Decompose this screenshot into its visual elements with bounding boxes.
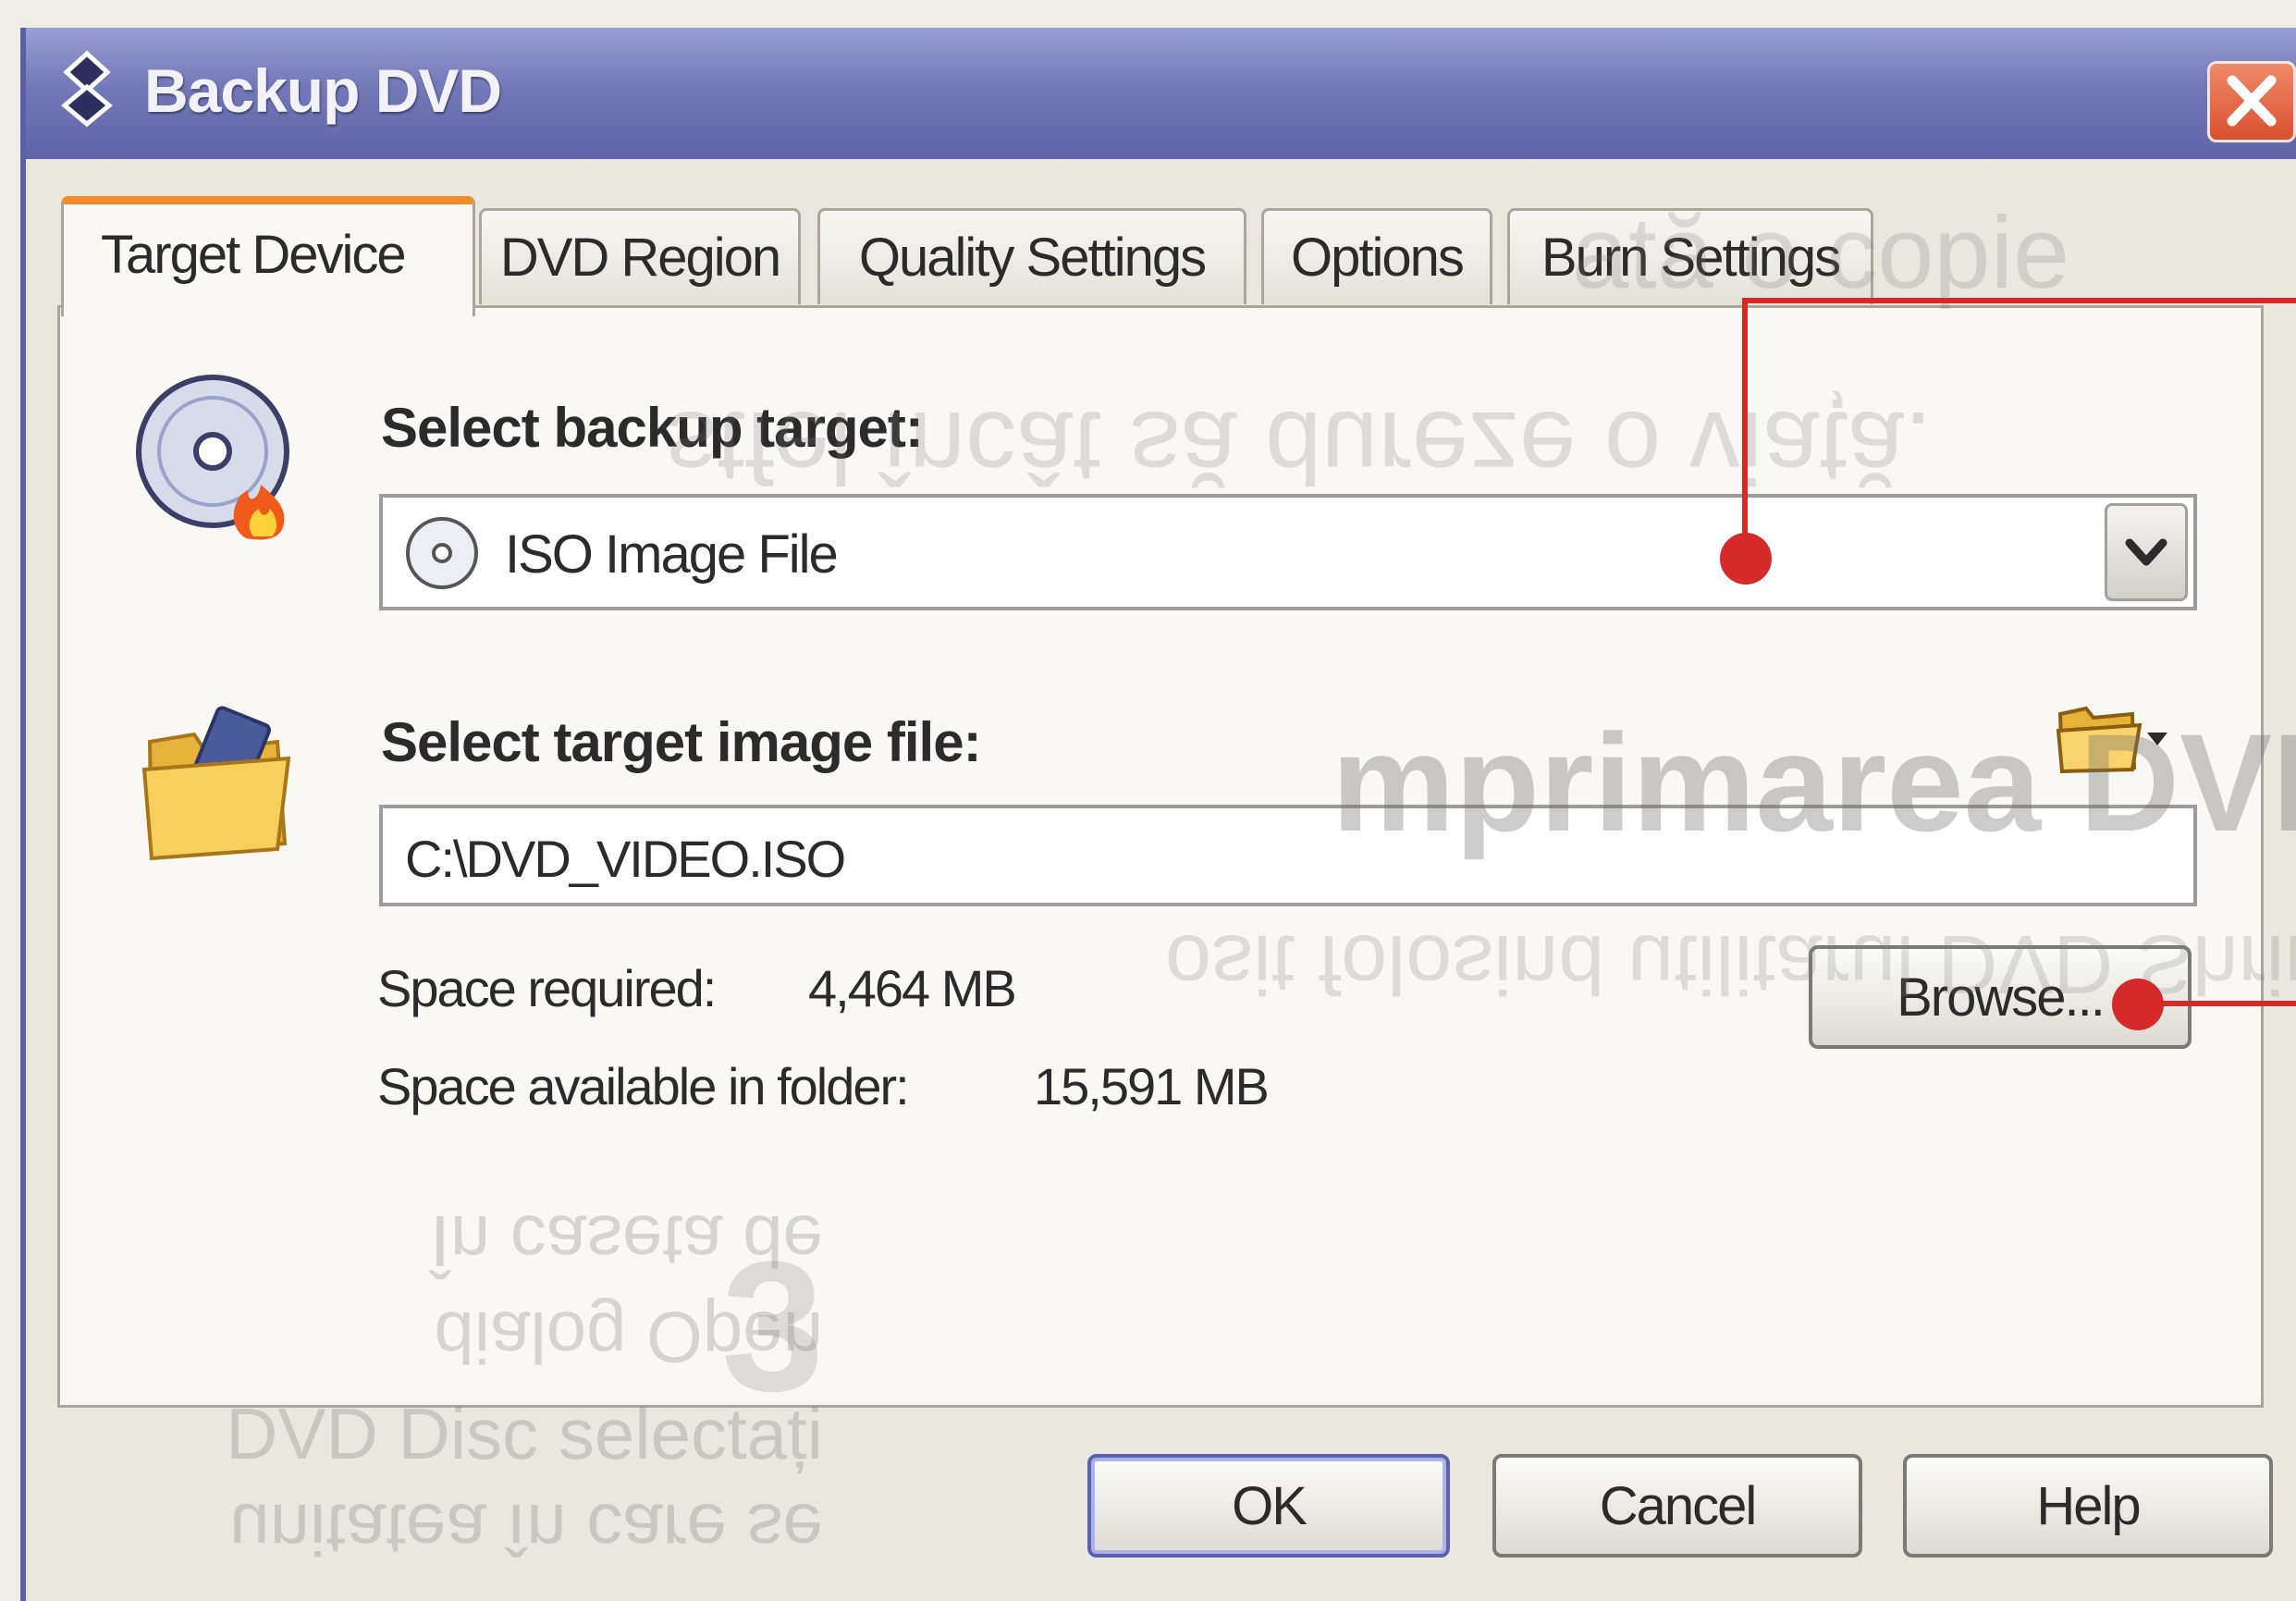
close-button[interactable] bbox=[2207, 61, 2296, 142]
chevron-down-icon bbox=[2125, 538, 2167, 566]
bg-step-line: dialog Open bbox=[434, 1297, 823, 1378]
tab-dvd-region[interactable]: DVD Region bbox=[479, 208, 801, 304]
callout-line-target-vertical bbox=[1742, 298, 1748, 560]
cancel-button[interactable]: Cancel bbox=[1492, 1454, 1862, 1558]
disc-icon bbox=[406, 517, 478, 589]
space-required-value: 4,464 MB bbox=[808, 959, 1017, 1017]
bg-step-block: În caseta de dialog Open DVD Disc select… bbox=[65, 1193, 823, 1578]
dropdown-button[interactable] bbox=[2105, 503, 2188, 601]
disc-burn-icon bbox=[136, 375, 289, 540]
space-available-value: 15,591 MB bbox=[1034, 1057, 1270, 1115]
tab-burn-settings[interactable]: Burn Settings bbox=[1507, 208, 1873, 304]
backup-target-select[interactable]: ISO Image File bbox=[379, 494, 2197, 610]
folder-icon bbox=[141, 706, 291, 861]
bg-step-line: În caseta de bbox=[430, 1201, 823, 1282]
tab-quality-settings[interactable]: Quality Settings bbox=[817, 208, 1246, 304]
space-required-label: Space required: bbox=[377, 959, 717, 1017]
ok-button[interactable]: OK bbox=[1087, 1454, 1450, 1558]
image-file-label: Select target image file: bbox=[381, 711, 982, 773]
callout-dot-target bbox=[1720, 533, 1772, 585]
bg-step-line: unitatea în care se bbox=[229, 1489, 823, 1570]
close-icon bbox=[2227, 75, 2277, 127]
callout-line-target-horizontal bbox=[1742, 298, 2296, 303]
window-title: Backup DVD bbox=[144, 56, 502, 125]
backup-target-value: ISO Image File bbox=[505, 524, 839, 585]
space-available-label: Space available in folder: bbox=[377, 1057, 910, 1115]
dvd-shrink-app-icon bbox=[61, 50, 113, 128]
callout-dot-browse bbox=[2112, 979, 2164, 1030]
image-file-path-value: C:\DVD_VIDEO.ISO bbox=[405, 830, 846, 888]
bg-print-heading: mprimarea DVD bbox=[1332, 705, 2296, 860]
help-button[interactable]: Help bbox=[1903, 1454, 2273, 1558]
tab-options[interactable]: Options bbox=[1261, 208, 1492, 304]
bg-step-number: 3 bbox=[721, 1224, 825, 1430]
bg-step-line: DVD Disc selectați bbox=[226, 1393, 823, 1474]
callout-line-browse bbox=[2155, 1001, 2296, 1006]
tab-target-device[interactable]: Target Device bbox=[61, 196, 475, 316]
title-bar[interactable]: Backup DVD bbox=[26, 28, 2296, 159]
backup-target-label: Select backup target: bbox=[381, 397, 924, 459]
